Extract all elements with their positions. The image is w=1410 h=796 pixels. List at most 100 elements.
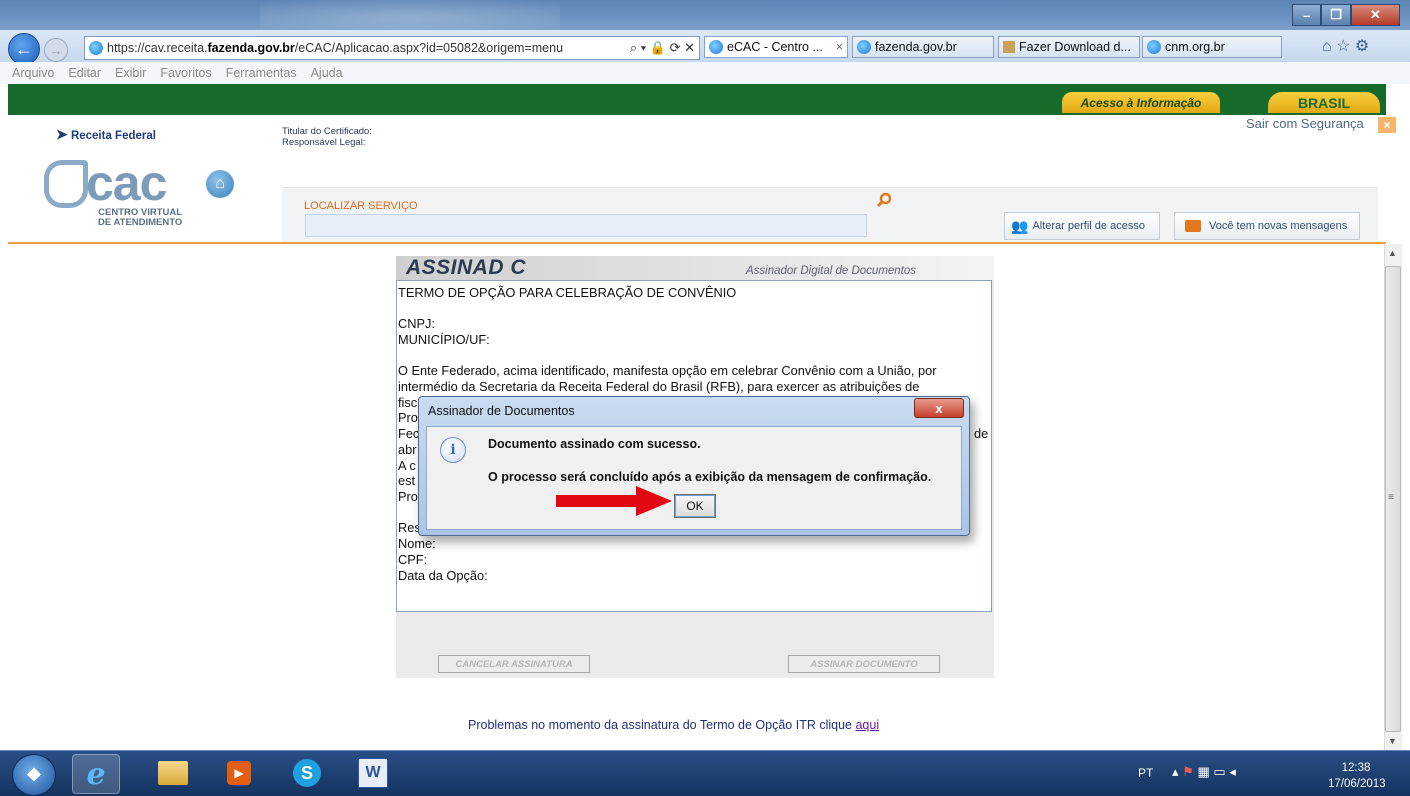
dialog-close-button[interactable]: x: [914, 398, 964, 418]
problemas-notice: Problemas no momento da assinatura do Te…: [468, 718, 879, 732]
assinador-logo: ASSINAD C: [406, 256, 527, 279]
back-button[interactable]: ←: [8, 33, 40, 65]
aqui-link[interactable]: aqui: [855, 718, 879, 732]
scroll-grip-icon: ≡: [1388, 492, 1394, 503]
ecac-logo: cac CENTRO VIRTUAL DE ATENDIMENTO: [44, 155, 214, 235]
logout-close-icon[interactable]: ×: [1378, 117, 1396, 133]
doc-municipio: MUNICÍPIO/UF:: [398, 332, 490, 347]
windows-logo-icon: ❖: [25, 764, 43, 785]
volume-icon[interactable]: ◂: [1229, 764, 1236, 779]
doc-title: TERMO DE OPÇÃO PARA CELEBRAÇÃO DE CONVÊN…: [398, 285, 737, 300]
ecac-wordmark: cac: [86, 155, 167, 211]
minimize-button[interactable]: –: [1292, 4, 1322, 26]
doc-paragraph-line: intermédio da Secretaria da Receita Fede…: [398, 379, 920, 394]
menu-ferramentas[interactable]: Ferramentas: [226, 66, 297, 80]
taskbar-media[interactable]: ▶: [216, 754, 262, 792]
menu-exibir[interactable]: Exibir: [115, 66, 146, 80]
tab-label: cnm.org.br: [1165, 40, 1225, 54]
doc-paragraph-line: fisc: [398, 395, 418, 410]
assinador-subtitle: Assinador Digital de Documentos: [746, 265, 917, 277]
tray-language[interactable]: PT: [1138, 766, 1153, 780]
doc-paragraph-line: A c: [398, 458, 416, 473]
doc-cnpj: CNPJ:: [398, 316, 435, 331]
receita-federal-label: Receita Federal: [70, 130, 156, 142]
dialog-message-success: Documento assinado com sucesso.: [488, 437, 701, 451]
ok-button[interactable]: OK: [674, 494, 716, 518]
favorites-star-icon[interactable]: ☆: [1336, 38, 1350, 55]
ie-tab-icon: [857, 40, 871, 54]
system-tray-icons[interactable]: ▴ ⚑ ▦ ▭ ◂: [1172, 764, 1236, 780]
mensagens-button[interactable]: Você tem novas mensagens: [1174, 212, 1360, 240]
back-arrow-icon: ←: [15, 38, 33, 59]
tray-app-icon[interactable]: ▦: [1197, 764, 1209, 779]
menu-editar[interactable]: Editar: [68, 66, 101, 80]
ecac-e-mark: [44, 160, 88, 208]
sair-com-seguranca-link[interactable]: Sair com Segurança: [1246, 116, 1364, 131]
internet-explorer-icon: e: [86, 756, 106, 792]
cancelar-assinatura-button[interactable]: CANCELAR ASSINATURA: [438, 655, 590, 673]
folder-icon: [158, 761, 188, 785]
start-button[interactable]: ❖: [12, 754, 56, 796]
tab-download[interactable]: Fazer Download d...: [998, 36, 1140, 58]
window-controls: – ❐ ✕: [1292, 4, 1401, 26]
forward-button[interactable]: →: [44, 38, 68, 62]
scroll-down-arrow-icon[interactable]: ▼: [1388, 736, 1397, 746]
window-close-button[interactable]: ✕: [1350, 4, 1401, 26]
dialog-message-process: O processo será concluído após a exibiçã…: [488, 470, 932, 484]
tab-cnm[interactable]: cnm.org.br: [1142, 36, 1282, 58]
search-icon[interactable]: [876, 192, 892, 208]
network-icon[interactable]: ▭: [1213, 764, 1225, 779]
clock-date[interactable]: 17/06/2013: [1328, 778, 1386, 790]
menu-arquivo[interactable]: Arquivo: [12, 66, 54, 80]
taskbar-skype[interactable]: S: [284, 754, 330, 792]
browser-toolbar-icons: ⌂ ☆ ⚙: [1322, 36, 1369, 56]
taskbar-explorer[interactable]: [150, 754, 196, 792]
address-bar-icons[interactable]: ⌕ ▾ 🔒 ⟳ ✕: [630, 40, 695, 56]
receita-bird-icon: ➤: [56, 126, 68, 142]
scroll-up-arrow-icon[interactable]: ▲: [1388, 248, 1397, 258]
menu-bar: Arquivo Editar Exibir Favoritos Ferramen…: [0, 62, 1410, 84]
doc-paragraph-line: abr: [398, 442, 417, 457]
doc-paragraph-line: Pro: [398, 410, 418, 425]
localizar-servico-input[interactable]: [305, 214, 867, 237]
acesso-informacao-link[interactable]: Acesso à Informação: [1062, 92, 1220, 113]
taskbar-word[interactable]: W: [350, 754, 396, 792]
red-arrow-icon: [556, 486, 672, 516]
mensagens-label: Você tem novas mensagens: [1209, 220, 1348, 232]
receita-federal-logo: ➤ Receita Federal: [56, 126, 156, 143]
alterar-perfil-button[interactable]: 👥 Alterar perfil de acesso: [1004, 212, 1160, 240]
url-domain: fazenda.gov.br: [207, 41, 295, 55]
dialog-title: Assinador de Documentos: [428, 404, 575, 418]
localizar-servico-label: LOCALIZAR SERVIÇO: [304, 200, 418, 212]
ie-tab-icon: [1147, 40, 1161, 54]
tools-gear-icon[interactable]: ⚙: [1355, 38, 1369, 55]
ecac-tagline-2: DE ATENDIMENTO: [98, 217, 183, 228]
envelope-icon: [1185, 220, 1201, 232]
maximize-button[interactable]: ❐: [1321, 4, 1351, 26]
assinar-documento-button[interactable]: ASSINAR DOCUMENTO: [788, 655, 940, 673]
address-bar[interactable]: https://cav.receita. fazenda.gov.br/eCAC/…: [84, 36, 700, 60]
action-center-flag-icon[interactable]: ⚑: [1182, 764, 1194, 779]
tray-expand-icon[interactable]: ▴: [1172, 764, 1179, 779]
brasil-link[interactable]: BRASIL: [1268, 92, 1380, 113]
ie-page-icon: [89, 41, 103, 55]
tab-close-icon[interactable]: ×: [836, 40, 843, 54]
taskbar-ie[interactable]: e: [72, 754, 120, 794]
window-title-bar: [0, 0, 1410, 34]
menu-favoritos[interactable]: Favoritos: [160, 66, 211, 80]
home-icon[interactable]: ⌂: [1322, 38, 1332, 55]
tab-ecac[interactable]: eCAC - Centro ... ×: [704, 36, 848, 58]
menu-ajuda[interactable]: Ajuda: [311, 66, 343, 80]
doc-data-opcao: Data da Opção:: [398, 568, 488, 583]
home-icon[interactable]: ⌂: [206, 170, 234, 198]
tab-label: eCAC - Centro ...: [727, 40, 823, 54]
url-host: https://cav.receita.: [107, 41, 208, 55]
doc-trailing-text: de: [974, 426, 989, 441]
doc-nome: Nome:: [398, 536, 436, 551]
title-bar-glow: [260, 0, 560, 34]
download-page-icon: [1003, 41, 1015, 53]
doc-cpf: CPF:: [398, 552, 428, 567]
forward-arrow-icon: →: [49, 42, 63, 58]
clock-time[interactable]: 12:38: [1330, 762, 1382, 774]
tab-fazenda[interactable]: fazenda.gov.br: [852, 36, 994, 58]
